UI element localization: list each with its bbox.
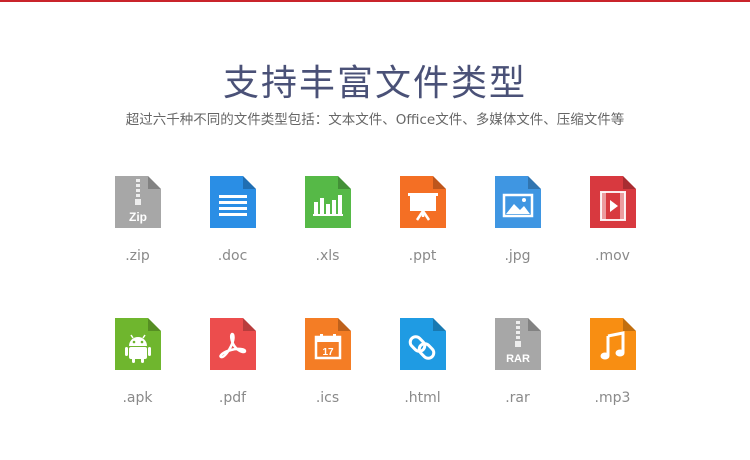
mp3-file-icon <box>589 318 636 370</box>
file-ext-label: .doc <box>217 248 248 264</box>
html-file-icon <box>399 318 446 370</box>
file-ext-label: .ics <box>315 390 340 406</box>
page-title: 支持丰富文件类型 <box>222 63 527 104</box>
file-ext-label: .mov <box>595 248 630 264</box>
zip-file-icon: Zip <box>114 176 161 228</box>
top-accent-line <box>0 0 750 2</box>
file-type-grid: Zip .zip .doc .xls .ppt .jpg .mov .apk .… <box>90 176 660 460</box>
file-type-rar: RAR .rar <box>470 318 565 460</box>
mov-file-icon <box>589 176 636 228</box>
file-ext-label: .zip <box>125 248 150 264</box>
ics-icon-text: 17 <box>322 347 334 358</box>
file-type-pdf: .pdf <box>185 318 280 460</box>
doc-file-icon <box>209 176 256 228</box>
file-ext-label: .xls <box>315 248 340 264</box>
file-ext-label: .rar <box>505 390 530 406</box>
file-ext-label: .apk <box>122 390 153 406</box>
file-ext-label: .mp3 <box>594 390 631 406</box>
pdf-file-icon <box>209 318 256 370</box>
file-type-mov: .mov <box>565 176 660 318</box>
file-type-apk: .apk <box>90 318 185 460</box>
rar-file-icon: RAR <box>494 318 541 370</box>
file-ext-label: .html <box>404 390 441 406</box>
file-type-xls: .xls <box>280 176 375 318</box>
ics-file-icon: 17 <box>304 318 351 370</box>
file-type-doc: .doc <box>185 176 280 318</box>
jpg-file-icon <box>494 176 541 228</box>
zip-icon-text: Zip <box>129 210 147 224</box>
file-ext-label: .pdf <box>218 390 247 406</box>
file-ext-label: .ppt <box>408 248 437 264</box>
file-type-zip: Zip .zip <box>90 176 185 318</box>
file-type-mp3: .mp3 <box>565 318 660 460</box>
file-type-ppt: .ppt <box>375 176 470 318</box>
file-type-ics: 17 .ics <box>280 318 375 460</box>
ppt-file-icon <box>399 176 446 228</box>
page-subtitle: 超过六千种不同的文件类型包括：文本文件、Office文件、多媒体文件、压缩文件等 <box>125 112 625 128</box>
file-ext-label: .jpg <box>504 248 531 264</box>
xls-file-icon <box>304 176 351 228</box>
apk-file-icon <box>114 318 161 370</box>
file-type-html: .html <box>375 318 470 460</box>
file-type-jpg: .jpg <box>470 176 565 318</box>
rar-icon-text: RAR <box>506 353 530 365</box>
